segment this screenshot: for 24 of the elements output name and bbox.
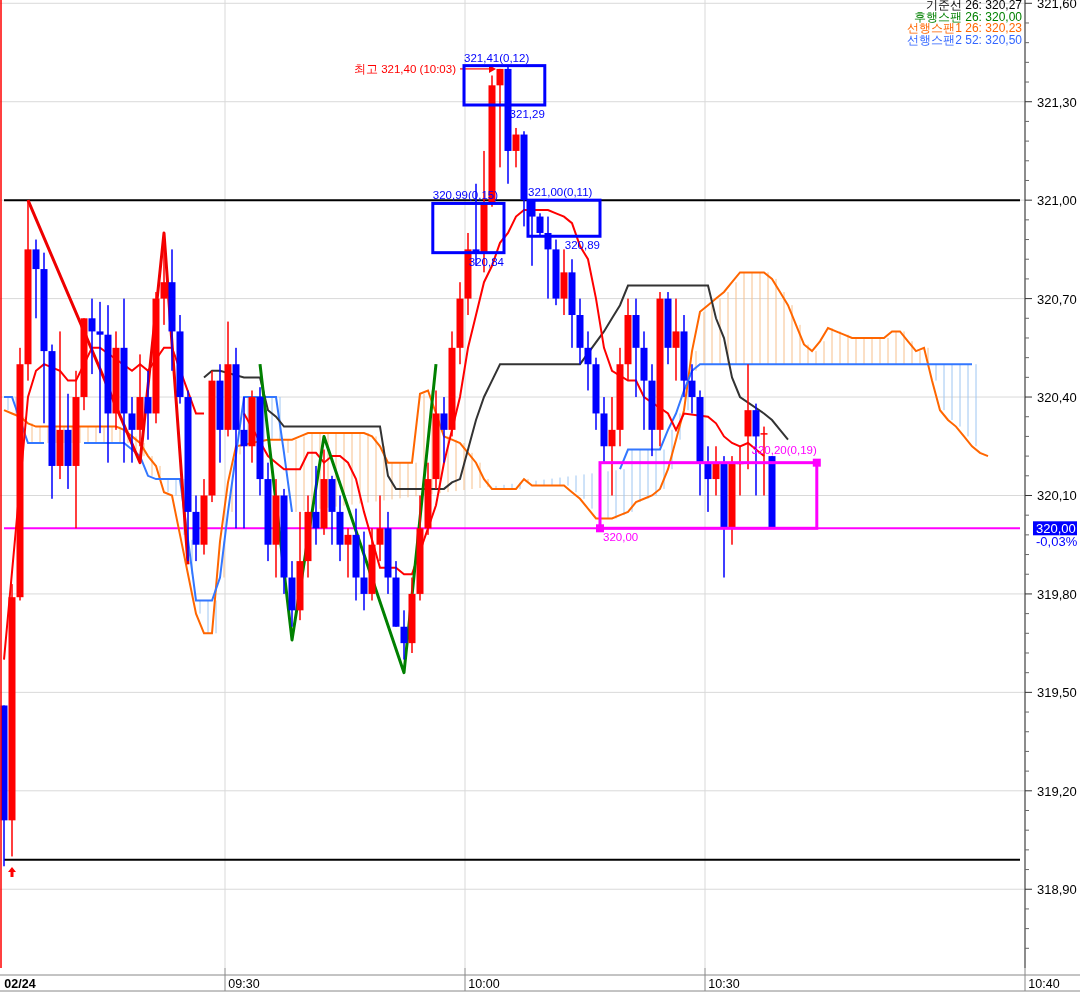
time-label: 09:30 [228,977,260,991]
axis-label: 321,00 [1037,193,1077,209]
change-label: -0,03% [1036,534,1078,550]
legend-text: 기준선 26: 320,27 [925,0,1022,12]
price-label: 320,00 [603,531,639,544]
axis-label: 319,50 [1037,685,1077,701]
time-label: 10:40 [1028,977,1060,991]
axis-label: 321,60 [1037,0,1077,12]
axis-label: 320,40 [1037,390,1077,406]
date-label: 02/24 [4,977,36,991]
price-label: 321,29 [509,108,545,120]
price-label: 321,00(0,11) [528,186,593,199]
axis-label: 320,70 [1037,291,1077,307]
axis-label: 319,80 [1037,586,1077,602]
axis-label: 320,10 [1037,488,1077,504]
high-price-label: 최고 321,40 (10:03) [354,62,456,75]
axis-label: 321,30 [1037,94,1077,110]
price-label: 321,41(0,12) [464,51,530,64]
time-label: 10:00 [468,977,500,991]
price-tag: 320,00 [1033,521,1077,537]
time-label: 10:30 [708,977,740,991]
axis-label: 318,90 [1037,882,1077,898]
axis-label: 319,20 [1037,783,1077,799]
legend-text: 선행스팬1 26: 320,23 [907,21,1022,35]
